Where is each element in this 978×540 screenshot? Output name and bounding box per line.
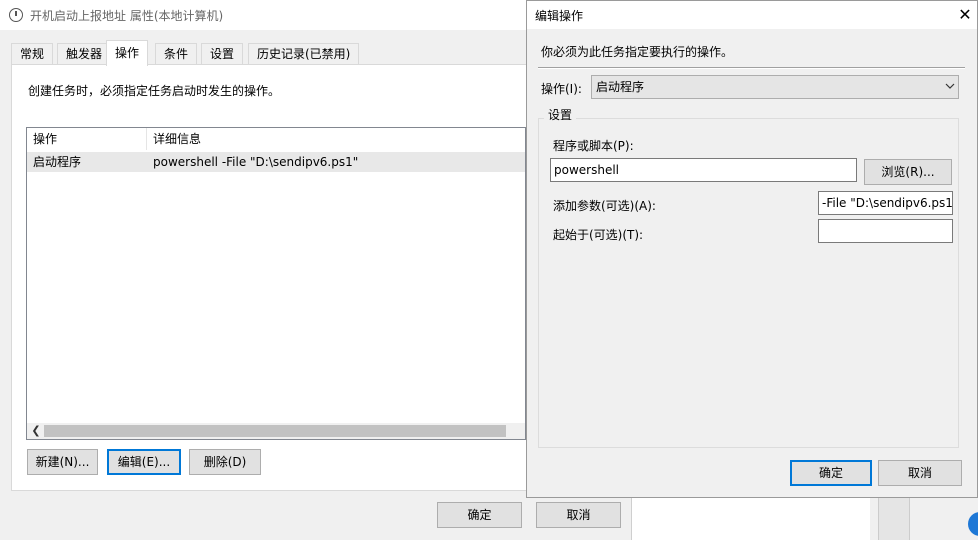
- chevron-down-icon[interactable]: [944, 79, 956, 93]
- background-scrollbar: [878, 496, 910, 540]
- edit-action-button[interactable]: 编辑(E)...: [107, 449, 181, 475]
- browse-button[interactable]: 浏览(R)...: [864, 159, 952, 185]
- tab-triggers[interactable]: 触发器: [57, 43, 112, 64]
- tab-actions[interactable]: 操作: [106, 40, 149, 66]
- column-header-details[interactable]: 详细信息: [147, 128, 525, 150]
- arguments-input[interactable]: -File "D:\sendipv6.ps1": [818, 191, 953, 215]
- tab-conditions[interactable]: 条件: [155, 43, 198, 64]
- close-icon[interactable]: ✕: [955, 5, 975, 25]
- new-action-button[interactable]: 新建(N)...: [27, 449, 98, 475]
- tab-general[interactable]: 常规: [11, 43, 54, 64]
- actions-description: 创建任务时，必须指定任务启动时发生的操作。: [28, 84, 281, 98]
- edit-cancel-button[interactable]: 取消: [878, 460, 962, 486]
- delete-action-button[interactable]: 删除(D): [189, 449, 261, 475]
- settings-group-label: 设置: [544, 106, 577, 123]
- tab-settings[interactable]: 设置: [201, 43, 244, 64]
- properties-cancel-button[interactable]: 取消: [536, 502, 621, 528]
- row-action-cell[interactable]: 启动程序: [33, 152, 81, 172]
- arguments-label: 添加参数(可选)(A):: [553, 199, 656, 213]
- scroll-left-icon[interactable]: ❮: [28, 423, 44, 439]
- action-type-select[interactable]: 启动程序: [591, 75, 959, 99]
- program-label: 程序或脚本(P):: [553, 139, 634, 153]
- edit-ok-button[interactable]: 确定: [790, 460, 872, 486]
- action-type-label: 操作(I):: [541, 82, 582, 96]
- tab-history[interactable]: 历史记录(已禁用): [248, 43, 360, 64]
- edit-dialog-title: 编辑操作: [535, 9, 584, 23]
- program-input[interactable]: powershell: [550, 158, 857, 182]
- action-type-value: 启动程序: [596, 80, 645, 94]
- properties-title: 开机启动上报地址 属性(本地计算机): [30, 9, 224, 23]
- properties-ok-button[interactable]: 确定: [437, 502, 522, 528]
- edit-dialog-description: 你必须为此任务指定要执行的操作。: [541, 45, 734, 59]
- start-in-label: 起始于(可选)(T):: [553, 228, 644, 242]
- column-header-action[interactable]: 操作: [27, 128, 146, 150]
- start-in-input[interactable]: [818, 219, 953, 243]
- divider-highlight: [538, 68, 965, 69]
- edit-dialog-titlebar: [527, 1, 977, 29]
- row-details-cell[interactable]: powershell -File "D:\sendipv6.ps1": [153, 152, 358, 172]
- actions-list[interactable]: [26, 127, 526, 440]
- task-clock-icon: [9, 8, 23, 22]
- scrollbar-thumb[interactable]: [44, 425, 506, 437]
